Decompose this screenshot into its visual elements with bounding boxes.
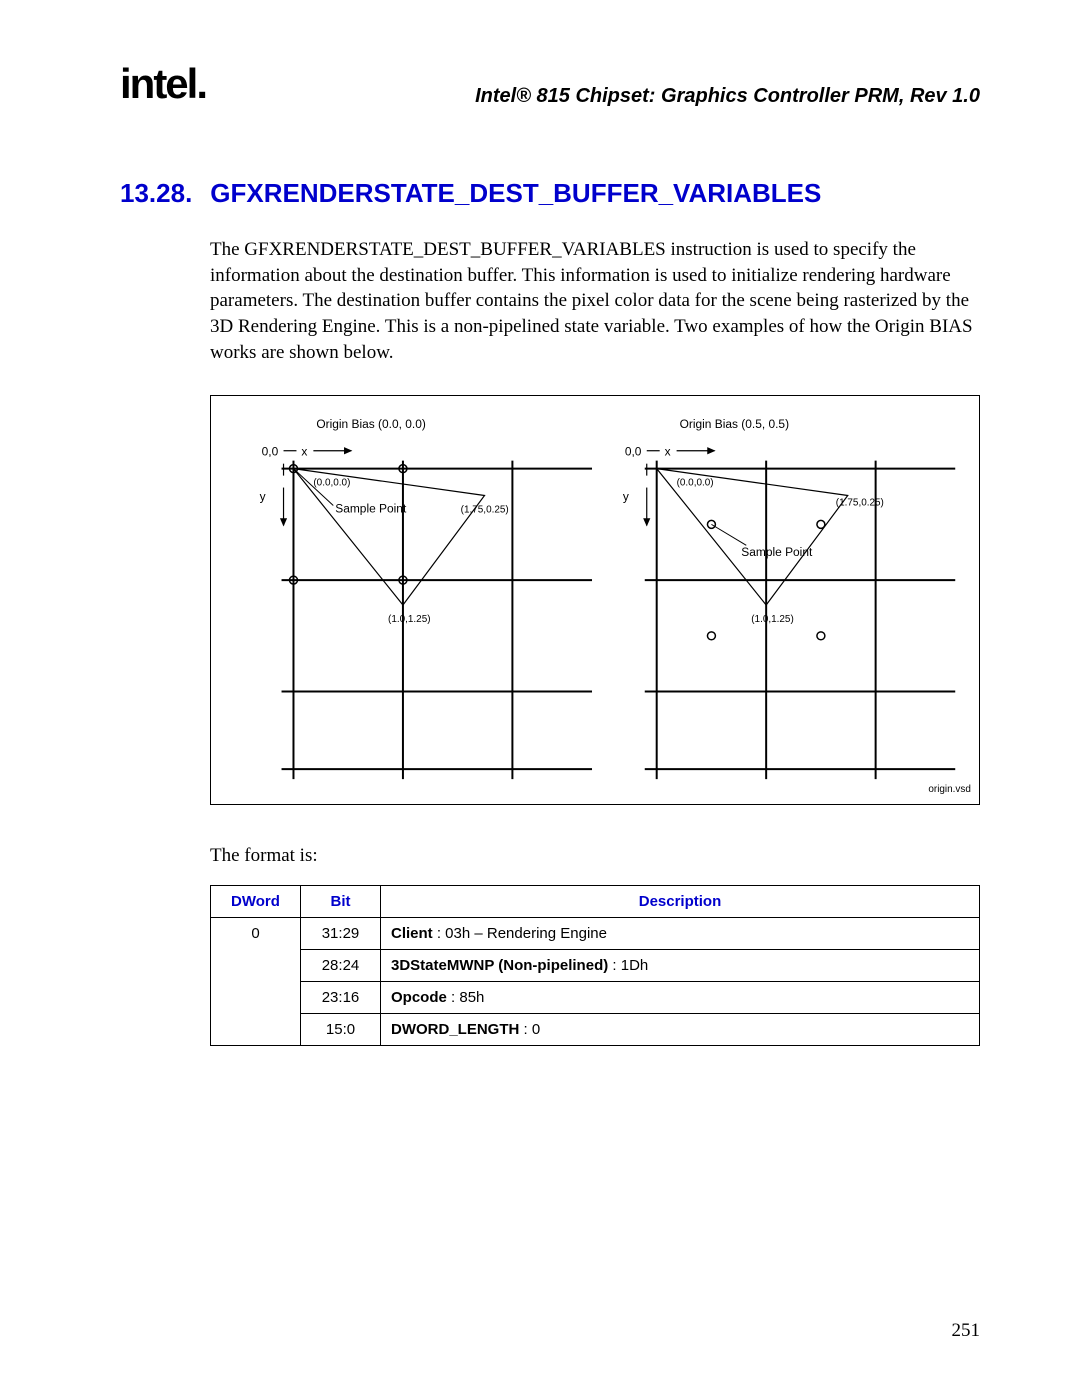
right-y-label: y	[623, 490, 629, 504]
diagram-filename: origin.vsd	[928, 784, 971, 795]
page-header: intel. Intel® 815 Chipset: Graphics Cont…	[120, 60, 980, 108]
cell-dword: 0	[211, 918, 301, 1046]
section-heading: 13.28. GFXRENDERSTATE_DEST_BUFFER_VARIABL…	[120, 178, 980, 209]
right-title: Origin Bias (0.5, 0.5)	[680, 417, 789, 431]
table-row: 0 31:29 Client : 03h – Rendering Engine	[211, 918, 980, 950]
intel-logo: intel.	[120, 60, 206, 108]
right-pt-tr: (1.75,0.25)	[836, 498, 884, 509]
origin-bias-diagram: Origin Bias (0.0, 0.0) 0,0 x y (0.0,0.0)…	[210, 395, 980, 805]
left-pt-tl: (0.0,0.0)	[313, 478, 350, 489]
left-title: Origin Bias (0.0, 0.0)	[316, 417, 425, 431]
cell-desc: Opcode : 85h	[381, 982, 980, 1014]
instruction-format-table: DWord Bit Description 0 31:29 Client : 0…	[210, 885, 980, 1046]
left-origin: 0,0	[262, 445, 279, 459]
left-pt-tr: (1.75,0.25)	[461, 505, 509, 516]
cell-desc: DWORD_LENGTH : 0	[381, 1014, 980, 1046]
right-pt-b: (1.0,1.25)	[751, 614, 794, 625]
sample-point-circle	[817, 632, 825, 640]
cell-bit: 15:0	[301, 1014, 381, 1046]
left-pt-b: (1.0,1.25)	[388, 614, 431, 625]
right-pt-tl: (0.0,0.0)	[677, 478, 714, 489]
cell-desc: Client : 03h – Rendering Engine	[381, 918, 980, 950]
cell-bit: 23:16	[301, 982, 381, 1014]
table-row: 23:16 Opcode : 85h	[211, 982, 980, 1014]
right-x-label: x	[665, 445, 671, 459]
table-row: 28:24 3DStateMWNP (Non-pipelined) : 1Dh	[211, 950, 980, 982]
th-description: Description	[381, 886, 980, 918]
section-number: 13.28.	[120, 178, 192, 209]
body-paragraph: The GFXRENDERSTATE_DEST_BUFFER_VARIABLES…	[210, 237, 980, 365]
left-x-label: x	[301, 445, 307, 459]
sample-point-circle	[817, 521, 825, 529]
doc-title: Intel® 815 Chipset: Graphics Controller …	[475, 85, 980, 108]
table-row: 15:0 DWORD_LENGTH : 0	[211, 1014, 980, 1046]
cell-bit: 31:29	[301, 918, 381, 950]
left-y-label: y	[260, 490, 266, 504]
left-sample-label: Sample Point	[335, 502, 407, 516]
sample-point-circle	[707, 632, 715, 640]
cell-desc: 3DStateMWNP (Non-pipelined) : 1Dh	[381, 950, 980, 982]
diagram-container: Origin Bias (0.0, 0.0) 0,0 x y (0.0,0.0)…	[210, 395, 980, 805]
th-bit: Bit	[301, 886, 381, 918]
th-dword: DWord	[211, 886, 301, 918]
right-sample-label: Sample Point	[741, 545, 813, 559]
page-number: 251	[952, 1320, 981, 1342]
right-origin: 0,0	[625, 445, 642, 459]
section-title: GFXRENDERSTATE_DEST_BUFFER_VARIABLES	[210, 178, 821, 208]
format-line: The format is:	[210, 845, 980, 867]
cell-bit: 28:24	[301, 950, 381, 982]
